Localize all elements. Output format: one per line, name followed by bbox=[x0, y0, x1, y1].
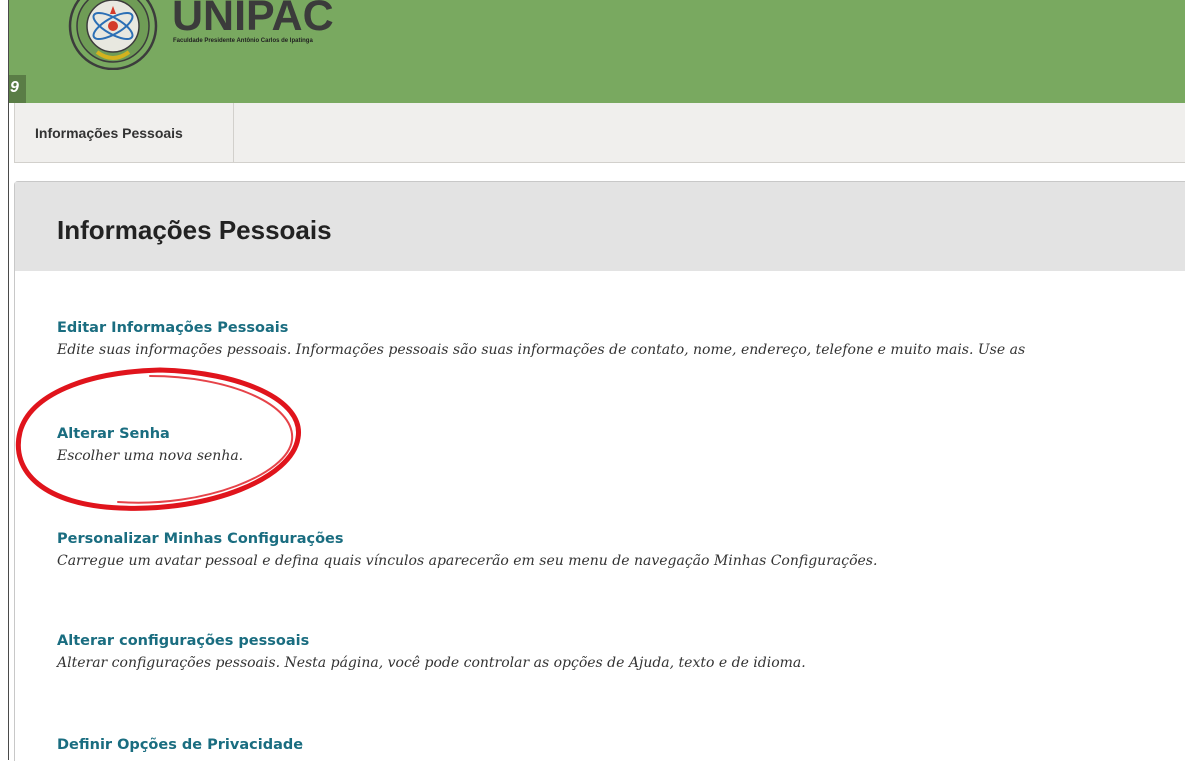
tab-informacoes-pessoais[interactable]: Informações Pessoais bbox=[15, 103, 234, 162]
list-item-personalizar-configuracoes: Personalizar Minhas Configurações Carreg… bbox=[57, 531, 877, 569]
item-description: Alterar configurações pessoais. Nesta pá… bbox=[57, 655, 806, 671]
list-item-alterar-senha: Alterar Senha Escolher uma nova senha. bbox=[57, 426, 243, 464]
link-editar-informacoes-pessoais[interactable]: Editar Informações Pessoais bbox=[57, 320, 1025, 336]
logo-subtitle: Faculdade Presidente Antônio Carlos de I… bbox=[173, 38, 313, 44]
link-definir-opcoes-de-privacidade[interactable]: Definir Opções de Privacidade bbox=[57, 737, 303, 753]
window-left-edge bbox=[0, 0, 9, 760]
link-personalizar-minhas-configuracoes[interactable]: Personalizar Minhas Configurações bbox=[57, 531, 877, 547]
item-description: Edite suas informações pessoais. Informa… bbox=[57, 342, 1026, 358]
list-item-editar-informacoes: Editar Informações Pessoais Edite suas i… bbox=[57, 320, 1025, 358]
unipac-seal-logo bbox=[61, 0, 165, 70]
tab-label: Informações Pessoais bbox=[35, 125, 183, 141]
list-item-alterar-configuracoes: Alterar configurações pessoais Alterar c… bbox=[57, 633, 806, 671]
list-item-definir-privacidade: Definir Opções de Privacidade bbox=[57, 737, 303, 753]
logo-title: UNIPAC bbox=[172, 0, 334, 40]
screenshot-frame: UNIPAC Faculdade Presidente Antônio Carl… bbox=[0, 0, 1185, 761]
top-nav-bar: Informações Pessoais bbox=[14, 103, 1185, 163]
site-header: UNIPAC Faculdade Presidente Antônio Carl… bbox=[9, 0, 1185, 103]
header-corner-tab[interactable]: 9 bbox=[9, 75, 26, 103]
link-alterar-senha[interactable]: Alterar Senha bbox=[57, 426, 243, 442]
page-header: Informações Pessoais bbox=[15, 182, 1185, 271]
item-description: Carregue um avatar pessoal e defina quai… bbox=[57, 553, 878, 569]
content-panel: Informações Pessoais Editar Informações … bbox=[14, 181, 1185, 761]
link-alterar-configuracoes-pessoais[interactable]: Alterar configurações pessoais bbox=[57, 633, 806, 649]
page-title: Informações Pessoais bbox=[57, 215, 332, 245]
item-description: Escolher uma nova senha. bbox=[57, 448, 244, 464]
